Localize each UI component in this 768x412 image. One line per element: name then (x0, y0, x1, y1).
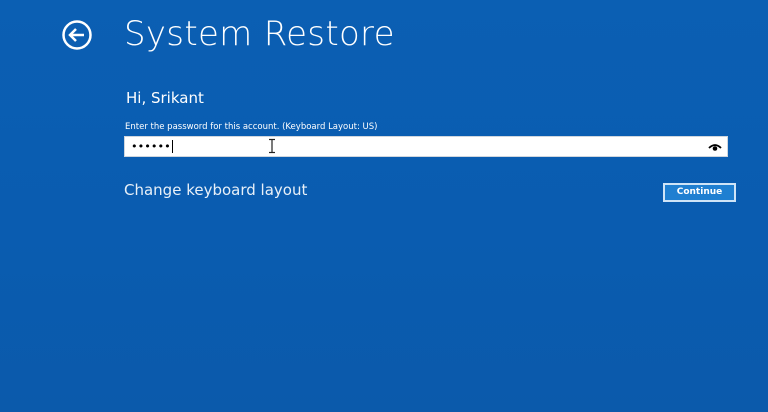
system-restore-screen: System Restore Hi, Srikant Enter the pas… (0, 0, 768, 412)
continue-button[interactable]: Continue (663, 183, 736, 202)
password-field[interactable] (124, 136, 728, 157)
change-keyboard-layout-link[interactable]: Change keyboard layout (124, 180, 307, 200)
page-title: System Restore (124, 14, 395, 54)
text-caret (172, 140, 173, 153)
account-greeting: Hi, Srikant (126, 89, 204, 107)
eye-reveal-icon[interactable] (707, 139, 723, 154)
back-arrow-icon (62, 20, 92, 50)
ibeam-cursor-icon (269, 138, 275, 154)
back-button[interactable] (61, 19, 93, 51)
password-input[interactable] (131, 137, 691, 156)
password-label: Enter the password for this account. (Ke… (125, 122, 378, 132)
